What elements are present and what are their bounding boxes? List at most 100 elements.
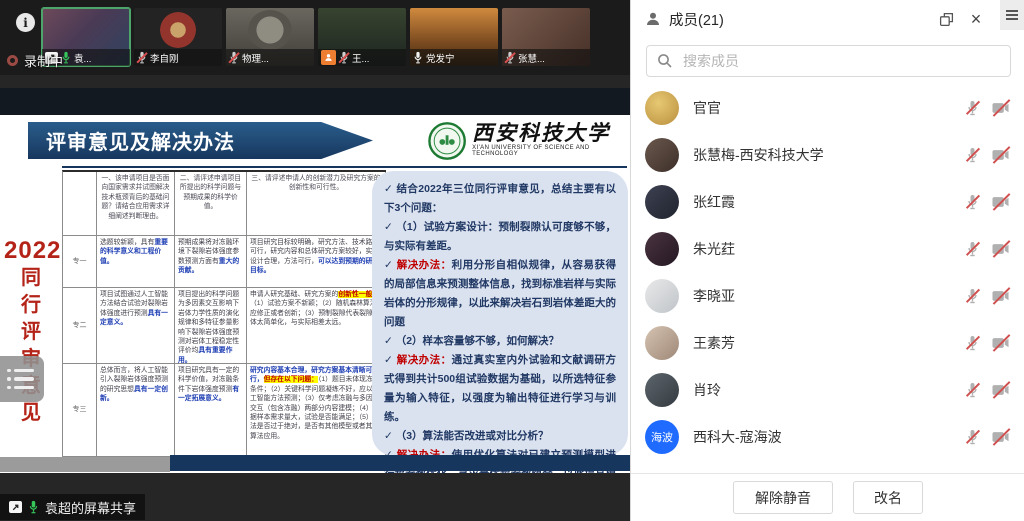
- search-input[interactable]: [681, 52, 1000, 70]
- member-mic-muted-button[interactable]: [966, 241, 979, 257]
- member-mic-muted-button[interactable]: [966, 335, 979, 351]
- member-mic-muted-button[interactable]: [966, 288, 979, 304]
- member-camera-off-button[interactable]: [992, 243, 1009, 255]
- avatar: [645, 91, 679, 125]
- tile-namebar: 物理...: [226, 49, 314, 66]
- member-mic-muted-button[interactable]: [966, 194, 979, 210]
- member-camera-off-button[interactable]: [992, 290, 1009, 302]
- member-name: 张红霞: [693, 192, 952, 212]
- share-status-label: 袁超的屏幕共享: [45, 498, 136, 517]
- member-camera-off-button[interactable]: [992, 431, 1009, 443]
- member-search: [646, 45, 1011, 77]
- member-list: 官官 张慧梅-西安科技大学 张红霞: [631, 84, 1024, 460]
- record-dot-icon: [7, 55, 18, 66]
- member-row[interactable]: 张慧梅-西安科技大学: [631, 131, 1024, 178]
- member-row[interactable]: 李晓亚: [631, 272, 1024, 319]
- member-row[interactable]: 海波 西科大-寇海波: [631, 413, 1024, 460]
- annotation-tool-button[interactable]: [0, 356, 44, 402]
- close-panel-button[interactable]: ×: [965, 8, 987, 30]
- mic-muted-icon: [137, 51, 147, 64]
- review-cell: 总体而言，将人工智能引入裂隙岩体强度预测的研究思想具有一定创新。: [97, 364, 175, 457]
- tile-name-label: 物理...: [242, 51, 269, 65]
- slide-bottom-bar: [170, 455, 630, 471]
- video-tile-dangfaning[interactable]: 党发宁: [410, 8, 498, 66]
- university-name: 西安科技大学: [472, 121, 630, 144]
- university-logo-icon: [428, 121, 466, 161]
- avatar: 海波: [645, 420, 679, 454]
- review-cell: 项目试图通过人工智能方法结合试验对裂隙岩体强度进行预测具有一定意义。: [97, 288, 175, 364]
- mic-on-icon: [28, 500, 39, 514]
- member-row[interactable]: 官官: [631, 84, 1024, 131]
- video-tile-wang[interactable]: 王...: [318, 8, 406, 66]
- avatar: [160, 12, 196, 48]
- member-row[interactable]: 肖玲: [631, 366, 1024, 413]
- shared-slide: 评审意见及解决办法 西安科技大学 XI'AN UNIVERSITY OF SCI…: [0, 115, 630, 473]
- tile-name-label: 王...: [352, 51, 369, 65]
- table-header-cell: 三、请评述申请人的创新潜力及研究方案的创新性和可行性。: [247, 172, 386, 236]
- review-cell: 项目研究具有一定的科学价值，对冻融条件下岩体强度预测有一定拓展意义。: [175, 364, 247, 457]
- video-tile-wuli[interactable]: 物理...: [226, 8, 314, 66]
- panel-title: 成员(21): [669, 9, 724, 30]
- mic-on-icon: [413, 51, 423, 64]
- corner-menu-button[interactable]: [1000, 0, 1024, 30]
- popout-button[interactable]: [935, 8, 957, 30]
- avatar: [248, 10, 292, 50]
- member-mic-muted-button[interactable]: [966, 100, 979, 116]
- unmute-button[interactable]: 解除静音: [733, 481, 833, 514]
- close-icon: ×: [971, 10, 982, 28]
- avatar: [645, 279, 679, 313]
- avatar: [645, 326, 679, 360]
- meeting-info-button[interactable]: i: [16, 13, 35, 32]
- member-camera-off-button[interactable]: [992, 337, 1009, 349]
- reviewer-label: 专一: [63, 236, 97, 288]
- bubble-line: ✓ （3）算法能否改进或对比分析？: [384, 427, 616, 446]
- reviewer-label: 专三: [63, 364, 97, 457]
- member-row[interactable]: 张红霞: [631, 178, 1024, 225]
- member-name: 李晓亚: [693, 286, 952, 306]
- rename-button[interactable]: 改名: [853, 481, 923, 514]
- tile-namebar: 王...: [318, 49, 406, 66]
- tile-namebar: 张慧...: [502, 49, 590, 66]
- tile-name-label: 李自刚: [150, 51, 179, 65]
- mic-muted-icon: [339, 51, 349, 64]
- member-camera-off-button[interactable]: [992, 149, 1009, 161]
- review-cell: 选题较新颖，具有重要的科学意义和工程价值。: [97, 236, 175, 288]
- member-name: 官官: [693, 98, 952, 118]
- recording-indicator: 录制中: [7, 51, 63, 70]
- members-icon: [645, 11, 661, 27]
- meeting-window: i 袁...: [0, 0, 1024, 521]
- table-header-cell: 一、该申请项目是否面向国家需求并试图解决技术瓶颈背后的基础问题？请结合应用需求详…: [97, 172, 175, 236]
- member-row[interactable]: 王素芳: [631, 319, 1024, 366]
- member-mic-muted-button[interactable]: [966, 429, 979, 445]
- tile-name-label: 袁...: [74, 51, 91, 65]
- member-name: 朱光荭: [693, 239, 952, 259]
- share-status-pill: 袁超的屏幕共享: [0, 494, 145, 520]
- member-row[interactable]: 朱光荭: [631, 225, 1024, 272]
- host-badge-icon: [321, 50, 336, 65]
- member-camera-off-button[interactable]: [992, 384, 1009, 396]
- members-panel: 成员(21) × 官官 张慧: [630, 0, 1024, 521]
- review-cell: 预期成果将对冻融环境下裂隙岩体强度参数预测方面有重大的贡献。: [175, 236, 247, 288]
- video-tile-liziggang[interactable]: 李自刚: [134, 8, 222, 66]
- reviewer-label: 专二: [63, 288, 97, 364]
- hamburger-icon: [1006, 10, 1018, 12]
- video-tile-zhanghui[interactable]: 张慧...: [502, 8, 590, 66]
- member-camera-off-button[interactable]: [992, 196, 1009, 208]
- recording-label: 录制中: [24, 51, 63, 70]
- avatar: [645, 373, 679, 407]
- member-mic-muted-button[interactable]: [966, 147, 979, 163]
- review-cell: 项目研究目标较明确，研究方法、技术路线可行，研究内容和总体研究方案较好，实验设计…: [247, 236, 386, 288]
- avatar: [645, 232, 679, 266]
- member-mic-muted-button[interactable]: [966, 382, 979, 398]
- avatar: [645, 185, 679, 219]
- side-label-year: 2022: [4, 237, 61, 264]
- tile-name-label: 张慧...: [518, 51, 545, 65]
- tile-name-label: 党发宁: [426, 51, 455, 65]
- slide-divider: [62, 166, 627, 168]
- review-table: 一、该申请项目是否面向国家需求并试图解决技术瓶颈背后的基础问题？请结合应用需求详…: [62, 170, 386, 457]
- member-name: 王素芳: [693, 333, 952, 353]
- member-camera-off-button[interactable]: [992, 102, 1009, 114]
- bubble-line: ✓ （1）试验方案设计：预制裂隙认可度够不够，与实际有差距。: [384, 218, 616, 256]
- video-tiles: 袁... 李自刚: [42, 8, 590, 66]
- screen-share-icon: [9, 501, 22, 513]
